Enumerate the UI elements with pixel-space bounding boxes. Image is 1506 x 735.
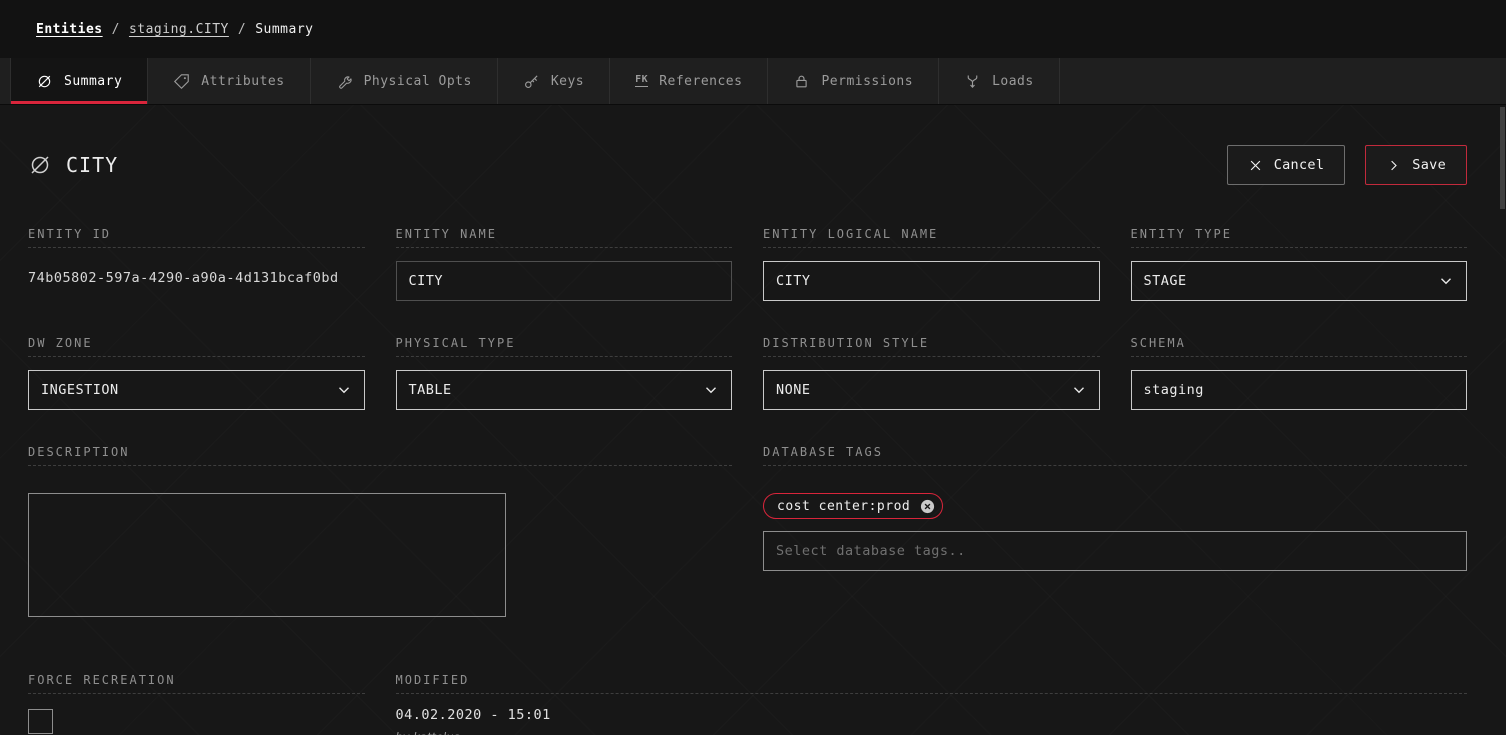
field-physical-type: PHYSICAL TYPE TABLE xyxy=(396,336,733,410)
field-label: PHYSICAL TYPE xyxy=(396,336,733,357)
physical-type-value: TABLE xyxy=(409,382,452,398)
tab-physical-opts[interactable]: Physical Opts xyxy=(311,58,498,104)
force-recreation-checkbox[interactable] xyxy=(28,709,53,734)
entity-name-input[interactable] xyxy=(396,261,733,301)
entity-type-value: STAGE xyxy=(1144,273,1187,289)
form-row-4: FORCE RECREATION MODIFIED 04.02.2020 - 1… xyxy=(28,673,1467,735)
cancel-label: Cancel xyxy=(1274,157,1325,173)
lock-icon xyxy=(793,73,810,90)
field-label: DATABASE TAGS xyxy=(763,445,1467,466)
dw-zone-value: INGESTION xyxy=(41,382,119,398)
field-label: MODIFIED xyxy=(396,673,1468,694)
tag-icon xyxy=(173,73,190,90)
tab-label: References xyxy=(659,74,742,89)
field-distribution-style: DISTRIBUTION STYLE NONE xyxy=(763,336,1100,410)
wrench-icon xyxy=(336,73,353,90)
chevron-down-icon xyxy=(702,381,720,399)
form-row-3: DESCRIPTION DATABASE TAGS cost center:pr… xyxy=(28,445,1467,621)
tag-label: cost center:prod xyxy=(777,499,910,514)
distribution-style-value: NONE xyxy=(776,382,811,398)
header-actions: Cancel Save xyxy=(1227,145,1467,185)
field-label: FORCE RECREATION xyxy=(28,673,365,694)
entity-icon xyxy=(28,153,52,177)
tab-references[interactable]: FK References xyxy=(610,58,768,104)
field-schema: SCHEMA xyxy=(1131,336,1468,410)
tab-summary[interactable]: Summary xyxy=(10,58,148,104)
save-label: Save xyxy=(1412,157,1446,173)
cancel-button[interactable]: Cancel xyxy=(1227,145,1346,185)
save-button[interactable]: Save xyxy=(1365,145,1467,185)
dw-zone-select[interactable]: INGESTION xyxy=(28,370,365,410)
tab-label: Physical Opts xyxy=(364,74,472,89)
field-label: ENTITY ID xyxy=(28,227,365,248)
form-row-1: ENTITY ID 74b05802-597a-4290-a90a-4d131b… xyxy=(28,227,1467,301)
field-label: DESCRIPTION xyxy=(28,445,732,466)
breadcrumb-link-entities[interactable]: Entities xyxy=(36,22,103,37)
field-label: ENTITY TYPE xyxy=(1131,227,1468,248)
description-textarea[interactable] xyxy=(28,493,506,617)
field-label: ENTITY NAME xyxy=(396,227,733,248)
breadcrumb-separator: / xyxy=(238,22,246,37)
breadcrumb-link-entity[interactable]: staging.CITY xyxy=(129,22,229,37)
branch-icon xyxy=(964,73,981,90)
tab-label: Permissions xyxy=(821,74,913,89)
field-entity-logical-name: ENTITY LOGICAL NAME xyxy=(763,227,1100,301)
field-label: DW ZONE xyxy=(28,336,365,357)
database-tag[interactable]: cost center:prod xyxy=(763,493,943,519)
field-dw-zone: DW ZONE INGESTION xyxy=(28,336,365,410)
scrollbar-thumb[interactable] xyxy=(1500,107,1505,209)
database-tags-input[interactable] xyxy=(763,531,1467,571)
scrollbar[interactable] xyxy=(1500,107,1505,735)
field-database-tags: DATABASE TAGS cost center:prod xyxy=(763,445,1467,621)
tab-keys[interactable]: Keys xyxy=(498,58,610,104)
chevron-down-icon xyxy=(1070,381,1088,399)
breadcrumb-separator: / xyxy=(112,22,120,37)
field-entity-id: ENTITY ID 74b05802-597a-4290-a90a-4d131b… xyxy=(28,227,365,301)
distribution-style-select[interactable]: NONE xyxy=(763,370,1100,410)
field-label: ENTITY LOGICAL NAME xyxy=(763,227,1100,248)
fk-icon: FK xyxy=(635,75,648,87)
tab-attributes[interactable]: Attributes xyxy=(148,58,310,104)
field-force-recreation: FORCE RECREATION xyxy=(28,673,365,735)
tab-label: Loads xyxy=(992,74,1034,89)
tab-bar: Summary Attributes Physical Opts Keys FK… xyxy=(0,58,1506,105)
key-icon xyxy=(523,73,540,90)
entity-logical-name-input[interactable] xyxy=(763,261,1100,301)
field-label: SCHEMA xyxy=(1131,336,1468,357)
close-icon xyxy=(1248,158,1263,173)
field-description: DESCRIPTION xyxy=(28,445,732,621)
breadcrumb: Entities / staging.CITY / Summary xyxy=(0,0,1506,58)
chevron-right-icon xyxy=(1386,158,1401,173)
field-label: DISTRIBUTION STYLE xyxy=(763,336,1100,357)
field-modified: MODIFIED 04.02.2020 - 15:01 by kattelus xyxy=(396,673,1468,735)
chevron-down-icon xyxy=(1437,272,1455,290)
remove-tag-icon[interactable] xyxy=(919,498,936,515)
modified-date: 04.02.2020 - 15:01 xyxy=(396,707,1468,723)
entity-header: CITY Cancel Save xyxy=(28,145,1467,185)
main-content: CITY Cancel Save ENTITY ID 74b05802-597a… xyxy=(0,145,1506,735)
chevron-down-icon xyxy=(335,381,353,399)
entity-id-value: 74b05802-597a-4290-a90a-4d131bcaf0bd xyxy=(28,261,365,286)
entity-icon xyxy=(36,73,53,90)
tab-loads[interactable]: Loads xyxy=(939,58,1060,104)
physical-type-select[interactable]: TABLE xyxy=(396,370,733,410)
field-entity-type: ENTITY TYPE STAGE xyxy=(1131,227,1468,301)
tab-label: Summary xyxy=(64,74,122,89)
breadcrumb-current-page: Summary xyxy=(255,22,313,37)
schema-input[interactable] xyxy=(1131,370,1468,410)
field-entity-name: ENTITY NAME xyxy=(396,227,733,301)
entity-type-select[interactable]: STAGE xyxy=(1131,261,1468,301)
tab-permissions[interactable]: Permissions xyxy=(768,58,939,104)
tab-label: Keys xyxy=(551,74,584,89)
page-title: CITY xyxy=(66,153,118,177)
tab-label: Attributes xyxy=(201,74,284,89)
form-row-2: DW ZONE INGESTION PHYSICAL TYPE TABLE DI… xyxy=(28,336,1467,410)
database-tags-list: cost center:prod xyxy=(763,493,1467,519)
modified-by: by kattelus xyxy=(396,730,1468,735)
